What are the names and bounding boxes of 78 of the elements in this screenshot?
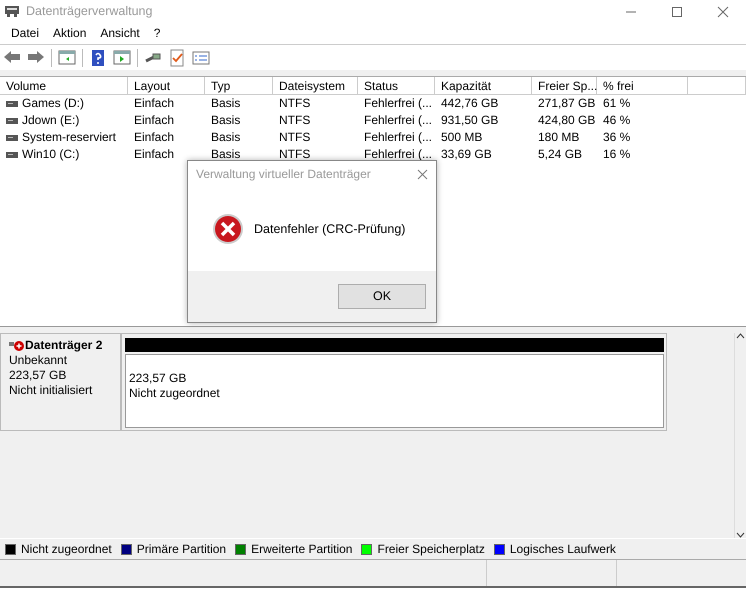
drive-icon bbox=[6, 100, 18, 108]
checklist-icon[interactable] bbox=[168, 48, 186, 66]
column-header[interactable]: % frei bbox=[597, 77, 688, 95]
maximize-icon[interactable] bbox=[671, 6, 683, 18]
table-cell-text: Einfach bbox=[133, 112, 176, 129]
table-cell-text: 180 MB bbox=[537, 129, 580, 146]
window-title: Datenträgerverwaltung bbox=[26, 2, 152, 20]
scroll-down-icon[interactable] bbox=[736, 532, 745, 538]
drive-icon bbox=[6, 134, 18, 142]
table-cell-text: Basis bbox=[210, 112, 242, 129]
table-cell-text: NTFS bbox=[278, 112, 312, 129]
legend-label: Nicht zugeordnet bbox=[21, 541, 112, 558]
table-cell: Win10 (C:) bbox=[22, 146, 80, 163]
dialog-message: Datenfehler (CRC-Prüfung) bbox=[254, 220, 406, 238]
close-icon[interactable] bbox=[717, 6, 729, 18]
action-pane-icon[interactable] bbox=[113, 48, 131, 66]
legend-label: Erweiterte Partition bbox=[251, 541, 352, 558]
column-header[interactable]: Typ bbox=[205, 77, 273, 95]
help-icon[interactable] bbox=[89, 48, 107, 66]
console-tree-icon[interactable] bbox=[58, 48, 76, 66]
table-cell-text: Basis bbox=[210, 129, 242, 146]
legend-label: Primäre Partition bbox=[136, 541, 226, 558]
table-cell-text: 36 % bbox=[602, 129, 632, 146]
table-cell: Games (D:) bbox=[22, 95, 84, 112]
table-cell-text: Fehlerfrei (... bbox=[363, 95, 434, 112]
disk-label-panel[interactable]: Datenträger 2 Unbekannt 223,57 GB Nicht initialisiert bbox=[0, 333, 121, 431]
error-disk-icon bbox=[9, 340, 25, 352]
disk-info: Unbekannt bbox=[9, 353, 68, 368]
table-cell-text: 46 % bbox=[602, 112, 632, 129]
column-header[interactable]: Kapazität bbox=[435, 77, 532, 95]
close-icon[interactable] bbox=[417, 169, 428, 180]
table-cell-text: 33,69 GB bbox=[440, 146, 493, 163]
table-cell-text: 500 MB bbox=[440, 129, 484, 146]
table-cell-text: 16 % bbox=[602, 146, 632, 163]
table-cell-text: Basis bbox=[210, 95, 242, 112]
table-cell-text: Fehlerfrei (... bbox=[363, 112, 434, 129]
app-icon bbox=[4, 4, 20, 18]
error-icon bbox=[212, 213, 244, 245]
table-cell-text: Fehlerfrei (... bbox=[363, 129, 434, 146]
column-header[interactable]: Status bbox=[358, 77, 435, 95]
disk-info: Nicht initialisiert bbox=[9, 383, 94, 398]
column-header[interactable]: Freier Sp... bbox=[532, 77, 597, 95]
table-cell-text: NTFS bbox=[278, 146, 312, 163]
menu-item[interactable]: Aktion bbox=[46, 24, 94, 42]
table-cell-text: 5,24 GB bbox=[537, 146, 584, 163]
table-cell-text: 442,76 GB bbox=[440, 95, 500, 112]
menu-item[interactable]: ? bbox=[146, 24, 168, 42]
column-header[interactable]: Dateisystem bbox=[273, 77, 358, 95]
table-cell-text: 424,80 GB bbox=[537, 112, 596, 129]
menu-item[interactable]: Datei bbox=[4, 24, 46, 42]
ok-button[interactable]: OK bbox=[338, 284, 426, 309]
drive-icon bbox=[6, 116, 18, 124]
disk-info: 223,57 GB bbox=[9, 368, 68, 383]
scroll-up-icon[interactable] bbox=[736, 333, 745, 339]
partition-label: Nicht zugeordnet bbox=[129, 386, 221, 401]
table-cell-text: Basis bbox=[210, 146, 242, 163]
disk-name: Datenträger 2 bbox=[25, 338, 102, 353]
partition-size: 223,57 GB bbox=[129, 371, 188, 386]
table-cell-text: NTFS bbox=[278, 129, 312, 146]
table-cell-text: Einfach bbox=[133, 146, 176, 163]
table-cell-text: Fehlerfrei (... bbox=[363, 146, 434, 163]
table-cell: System-reserviert bbox=[22, 129, 116, 146]
table-cell-text: 61 % bbox=[602, 95, 632, 112]
partition-block[interactable]: 223,57 GB Nicht zugeordnet bbox=[121, 333, 667, 431]
table-cell-text: Einfach bbox=[133, 95, 176, 112]
legend-label: Logisches Laufwerk bbox=[510, 541, 616, 558]
dialog-title: Verwaltung virtueller Datenträger bbox=[196, 166, 371, 183]
legend-label: Freier Speicherplatz bbox=[377, 541, 485, 558]
column-header[interactable]: Volume bbox=[0, 77, 128, 95]
table-cell: Jdown (E:) bbox=[22, 112, 80, 129]
table-cell-text: Einfach bbox=[133, 129, 176, 146]
column-header[interactable]: Layout bbox=[128, 77, 205, 95]
properties-icon[interactable] bbox=[192, 48, 210, 66]
menu-item[interactable]: Ansicht bbox=[93, 24, 147, 42]
table-cell-text: 931,50 GB bbox=[440, 112, 500, 129]
table-cell-text: 271,87 GB bbox=[537, 95, 596, 112]
table-cell-text: NTFS bbox=[278, 95, 312, 112]
drive-icon bbox=[6, 150, 18, 158]
